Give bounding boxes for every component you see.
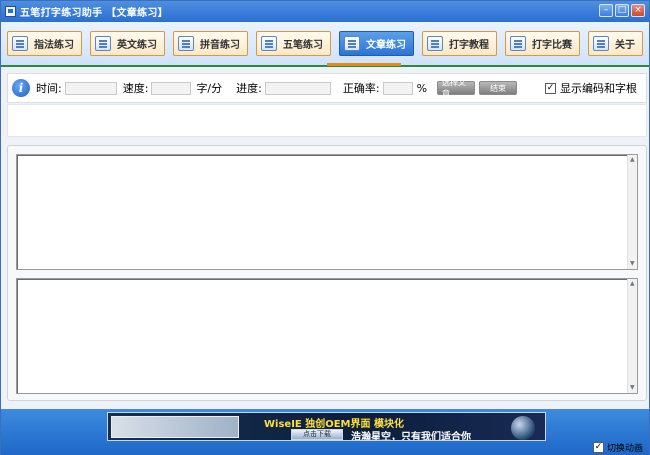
speed-field xyxy=(151,81,192,95)
tab-wubi[interactable]: 五笔练习 xyxy=(256,31,331,56)
info-icon: i xyxy=(12,79,30,97)
help-icon xyxy=(593,36,609,51)
tab-label: 指法练习 xyxy=(34,40,74,51)
banner-download-button[interactable]: 点击下载 xyxy=(291,429,343,440)
tab-tutorial[interactable]: 打字教程 xyxy=(422,31,497,56)
tab-pinyin[interactable]: 拼音练习 xyxy=(173,31,248,56)
time-label: 时间: xyxy=(36,82,62,95)
toolbar-divider xyxy=(1,65,649,67)
anim-toggle[interactable]: ✓ 切换动画 xyxy=(592,441,643,454)
scroll-down-icon[interactable]: ▼ xyxy=(630,261,635,267)
app-window: 五笔打字练习助手 【文章练习】 – □ × 指法练习 英文练习 拼音练习 五笔练… xyxy=(0,0,650,455)
printer-icon xyxy=(427,36,443,51)
tab-fingering[interactable]: 指法练习 xyxy=(7,31,82,56)
scroll-down-icon[interactable]: ▼ xyxy=(630,385,635,391)
active-tab-marker xyxy=(327,63,401,66)
tab-contest[interactable]: 打字比赛 xyxy=(505,31,580,56)
end-button[interactable]: 结束 xyxy=(479,81,518,95)
select-article-button[interactable]: 选择文章 xyxy=(437,78,476,98)
progress-label: 进度: xyxy=(236,82,262,95)
ad-banner[interactable]: WiseIE 独创OEM界面 模块化 点击下载 浩瀚星空，只有我们适合你 xyxy=(107,412,546,441)
tab-label: 文章练习 xyxy=(366,40,406,51)
article-text-area[interactable]: ▲ ▼ xyxy=(16,154,638,270)
window-title: 五笔打字练习助手 【文章练习】 xyxy=(20,8,168,19)
title-bar[interactable]: 五笔打字练习助手 【文章练习】 – □ × xyxy=(1,1,649,22)
code-hint-area xyxy=(7,104,647,137)
status-row: i 时间: 速度: 字/分 进度: 正确率: % 选择文章 结束 ✓ 显示编码和… xyxy=(7,73,647,103)
practice-panel: ▲ ▼ ▲ ▼ xyxy=(7,145,647,401)
article-scrollbar[interactable]: ▲ ▼ xyxy=(627,155,637,269)
tab-english[interactable]: 英文练习 xyxy=(90,31,165,56)
close-button[interactable]: × xyxy=(631,4,645,17)
tab-label: 关于 xyxy=(615,40,635,51)
anim-checkbox[interactable]: ✓ xyxy=(592,442,604,453)
keyboard-icon xyxy=(12,36,28,51)
scroll-up-icon[interactable]: ▲ xyxy=(630,157,635,163)
document-icon xyxy=(344,36,360,51)
show-code-label: 显示编码和字根 xyxy=(560,82,638,95)
scroll-up-icon[interactable]: ▲ xyxy=(630,281,635,287)
anim-label: 切换动画 xyxy=(606,444,643,454)
tab-label: 五笔练习 xyxy=(283,40,323,51)
show-code-checkbox[interactable]: ✓ xyxy=(545,82,557,94)
tab-label: 拼音练习 xyxy=(200,40,240,51)
app-icon xyxy=(5,6,16,17)
tab-label: 英文练习 xyxy=(117,40,157,51)
accuracy-unit: % xyxy=(416,81,428,95)
edit-icon xyxy=(510,36,526,51)
tab-label: 打字教程 xyxy=(449,40,489,51)
speed-label: 速度: xyxy=(122,82,149,95)
planet-icon xyxy=(511,416,535,440)
banner-thumbnails xyxy=(111,416,239,438)
accuracy-label: 正确率: xyxy=(342,82,380,95)
speed-unit: 字/分 xyxy=(196,82,223,95)
window-controls: – □ × xyxy=(599,4,645,17)
banner-slogan: 浩瀚星空，只有我们适合你 xyxy=(351,432,471,441)
minimize-button[interactable]: – xyxy=(599,4,613,17)
typing-input-area[interactable]: ▲ ▼ xyxy=(16,278,638,394)
folder-icon xyxy=(178,36,194,51)
maximize-button[interactable]: □ xyxy=(615,4,629,17)
pen-icon xyxy=(261,36,277,51)
tab-label: 打字比赛 xyxy=(532,40,572,51)
progress-bar xyxy=(264,81,331,95)
module-tabs: 指法练习 英文练习 拼音练习 五笔练习 文章练习 打字教程 打字比赛 关于 xyxy=(1,22,649,65)
tab-article[interactable]: 文章练习 xyxy=(339,31,414,56)
accuracy-field xyxy=(382,81,413,95)
tab-about[interactable]: 关于 xyxy=(588,31,643,56)
typing-scrollbar[interactable]: ▲ ▼ xyxy=(627,279,637,393)
time-field xyxy=(64,81,117,95)
folder-icon xyxy=(95,36,111,51)
